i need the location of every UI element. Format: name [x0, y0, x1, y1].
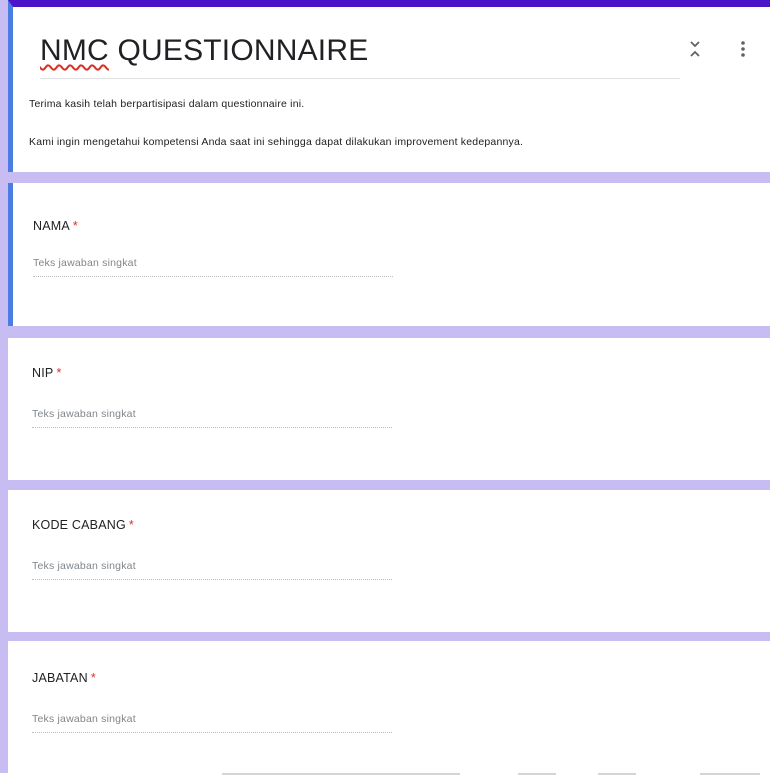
question-label-jabatan[interactable]: JABATAN * [32, 671, 96, 685]
short-answer-placeholder: Teks jawaban singkat [33, 257, 137, 269]
question-label-kode-cabang[interactable]: KODE CABANG * [32, 518, 134, 532]
short-answer-field[interactable]: Teks jawaban singkat [32, 408, 392, 428]
question-title: KODE CABANG [32, 518, 126, 532]
short-answer-placeholder: Teks jawaban singkat [32, 560, 136, 572]
question-card-jabatan[interactable]: JABATAN * Teks jawaban singkat [8, 641, 770, 778]
required-asterisk: * [128, 518, 134, 532]
question-title: NIP [32, 366, 54, 380]
more-vertical-icon [741, 41, 745, 57]
form-title[interactable]: NMC QUESTIONNAIRE [40, 34, 368, 68]
question-label-nip[interactable]: NIP * [32, 366, 62, 380]
question-card-nama[interactable]: NAMA * Teks jawaban singkat [8, 183, 770, 326]
short-answer-field[interactable]: Teks jawaban singkat [32, 713, 392, 733]
form-description-line-2[interactable]: Kami ingin mengetahui kompetensi Anda sa… [29, 136, 523, 148]
question-card-kode-cabang[interactable]: KODE CABANG * Teks jawaban singkat [8, 490, 770, 632]
collapse-section-button[interactable] [685, 37, 705, 61]
short-answer-placeholder: Teks jawaban singkat [32, 408, 136, 420]
question-card-nip[interactable]: NIP * Teks jawaban singkat [8, 338, 770, 480]
answer-underline [32, 427, 392, 428]
form-header-card[interactable]: NMC QUESTIONNAIRE Terima kasih telah ber… [8, 0, 770, 172]
toolbar-segment [518, 773, 556, 775]
form-description-line-1[interactable]: Terima kasih telah berpartisipasi dalam … [29, 98, 304, 110]
answer-underline [33, 276, 393, 277]
title-underline [40, 78, 680, 79]
toolbar-segment [222, 773, 460, 775]
toolbar-segment [598, 773, 636, 775]
collapse-arrows-icon [690, 41, 700, 57]
answer-underline [32, 732, 392, 733]
question-title: JABATAN [32, 671, 88, 685]
required-asterisk: * [72, 219, 78, 233]
required-asterisk: * [90, 671, 96, 685]
answer-underline [32, 579, 392, 580]
required-asterisk: * [56, 366, 62, 380]
question-label-nama[interactable]: NAMA * [33, 219, 78, 233]
short-answer-field[interactable]: Teks jawaban singkat [32, 560, 392, 580]
short-answer-field[interactable]: Teks jawaban singkat [33, 257, 393, 277]
question-title: NAMA [33, 219, 70, 233]
form-title-rest: QUESTIONNAIRE [108, 34, 369, 67]
short-answer-placeholder: Teks jawaban singkat [32, 713, 136, 725]
more-options-button[interactable] [735, 37, 751, 61]
toolbar-segment [700, 773, 760, 775]
form-title-spellcheck-word: NMC [40, 34, 109, 67]
bottom-toolbar-edge [0, 773, 770, 778]
